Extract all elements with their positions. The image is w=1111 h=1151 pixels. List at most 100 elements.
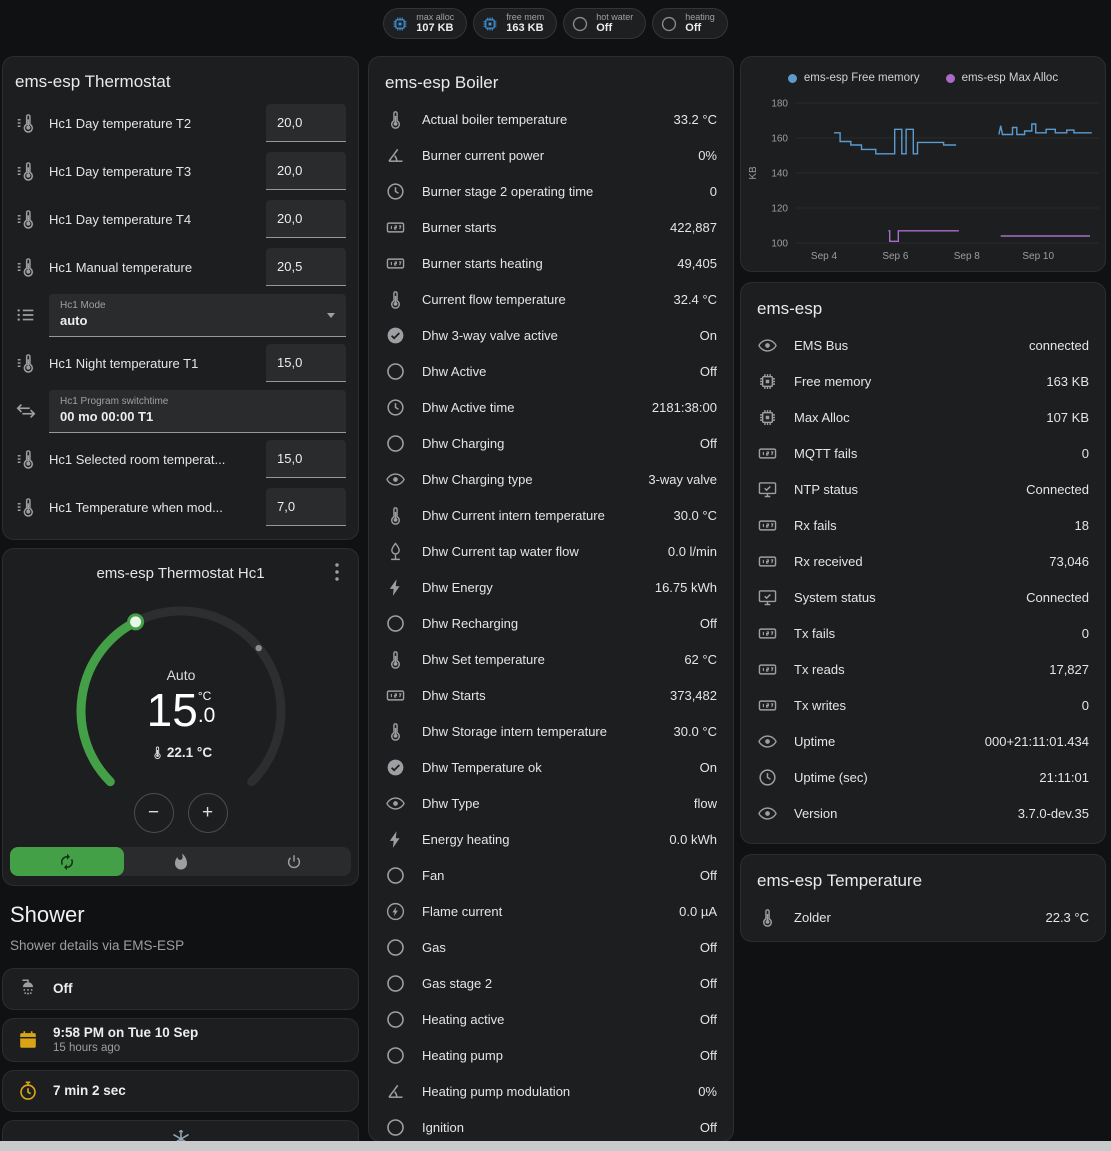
entity-row[interactable]: Dhw Current intern temperature30.0 °C	[369, 497, 733, 533]
badge-free-mem[interactable]: free mem163 KB	[473, 8, 557, 39]
entity-row[interactable]: Version3.7.0-dev.35	[741, 795, 1105, 831]
entity-row[interactable]: Rx received73,046	[741, 543, 1105, 579]
entity-row[interactable]: Flame current 0.0 µA	[369, 893, 733, 929]
entity-row[interactable]: Uptime000+21:11:01.434	[741, 723, 1105, 759]
entity-label: Burner starts heating	[422, 256, 661, 271]
entity-row[interactable]: Dhw Starts373,482	[369, 677, 733, 713]
entity-value: 33.2 °C	[673, 112, 717, 127]
badge-heating[interactable]: heatingOff	[652, 8, 728, 39]
power-icon	[285, 853, 303, 871]
entity-label: Tx writes	[794, 698, 1066, 713]
entity-row[interactable]: Gas stage 2Off	[369, 965, 733, 1001]
text-input[interactable]: Hc1 Program switchtime00 mo 00:00 T1	[49, 390, 346, 433]
shower-card-3[interactable]: 7 min 2 sec	[2, 1070, 359, 1112]
shower-section-title: Shower	[10, 902, 85, 928]
dial-handle[interactable]	[129, 615, 143, 629]
entity-row[interactable]: Dhw Set temperature62 °C	[369, 641, 733, 677]
legend-item[interactable]: ems-esp Free memory	[788, 72, 920, 84]
number-input[interactable]: 7,0	[266, 488, 346, 526]
header-badges: max alloc107 KBfree mem163 KBhot waterOf…	[0, 8, 1111, 39]
number-input[interactable]: 20,0	[266, 200, 346, 238]
badge-max-alloc[interactable]: max alloc107 KB	[383, 8, 467, 39]
entity-row[interactable]: Tx fails0	[741, 615, 1105, 651]
entity-row[interactable]: Burner starts422,887	[369, 209, 733, 245]
entity-row[interactable]: Current flow temperature32.4 °C	[369, 281, 733, 317]
entity-row[interactable]: Dhw ChargingOff	[369, 425, 733, 461]
increase-temp-button[interactable]: +	[188, 793, 228, 833]
entity-label: Gas	[422, 940, 684, 955]
swap-horizontal-icon	[15, 400, 37, 422]
entity-value: 49,405	[677, 256, 717, 271]
entity-label: Heating pump	[422, 1048, 684, 1063]
entity-row[interactable]: Heating activeOff	[369, 1001, 733, 1037]
entity-row[interactable]: GasOff	[369, 929, 733, 965]
entity-row[interactable]: FanOff	[369, 857, 733, 893]
history-chart[interactable]: 100120140160180Sep 4Sep 6Sep 8Sep 10KB	[741, 91, 1106, 269]
shower-card-1[interactable]: Off	[2, 968, 359, 1010]
decrease-temp-button[interactable]: −	[134, 793, 174, 833]
entity-row[interactable]: Actual boiler temperature33.2 °C	[369, 101, 733, 137]
entity-row[interactable]: Dhw Storage intern temperature30.0 °C	[369, 713, 733, 749]
check-circle-icon	[385, 325, 406, 346]
entity-row[interactable]: Dhw ActiveOff	[369, 353, 733, 389]
entity-row[interactable]: Burner stage 2 operating time0	[369, 173, 733, 209]
flash-icon	[385, 829, 406, 850]
entity-row[interactable]: Tx writes0	[741, 687, 1105, 723]
entity-row[interactable]: Heating pump modulation0%	[369, 1073, 733, 1109]
shower-card-primary: 7 min 2 sec	[53, 1082, 126, 1100]
hvac-mode-auto-button[interactable]	[10, 847, 124, 876]
hvac-mode-heat-button[interactable]	[124, 847, 238, 876]
entity-row[interactable]: EMS Busconnected	[741, 327, 1105, 363]
entity-label: Flame current	[422, 904, 663, 919]
number-input[interactable]: 15,0	[266, 440, 346, 478]
entity-row[interactable]: System statusConnected	[741, 579, 1105, 615]
entity-row[interactable]: NTP statusConnected	[741, 471, 1105, 507]
entity-row[interactable]: Dhw Energy16.75 kWh	[369, 569, 733, 605]
eye-icon	[757, 335, 778, 356]
badge-hot-water[interactable]: hot waterOff	[563, 8, 646, 39]
entity-row[interactable]: Uptime (sec)21:11:01	[741, 759, 1105, 795]
entity-row[interactable]: Tx reads17,827	[741, 651, 1105, 687]
entity-value: 0.0 µA	[679, 904, 717, 919]
number-input[interactable]: 20,0	[266, 152, 346, 190]
number-input[interactable]: 20,0	[266, 104, 346, 142]
entity-row[interactable]: Max Alloc107 KB	[741, 399, 1105, 435]
memory-icon	[757, 371, 778, 392]
mode-select[interactable]: Hc1 Modeauto	[49, 294, 346, 337]
entity-row[interactable]: Dhw Current tap water flow0.0 l/min	[369, 533, 733, 569]
entity-row[interactable]: Energy heating0.0 kWh	[369, 821, 733, 857]
entity-row[interactable]: IgnitionOff	[369, 1109, 733, 1142]
entity-row[interactable]: Dhw RechargingOff	[369, 605, 733, 641]
entity-value: On	[700, 328, 717, 343]
entity-row[interactable]: Dhw Charging type3-way valve	[369, 461, 733, 497]
hvac-mode-off-button[interactable]	[237, 847, 351, 876]
horizontal-scrollbar[interactable]	[0, 1141, 1111, 1151]
entity-row[interactable]: Dhw 3-way valve activeOn	[369, 317, 733, 353]
more-menu-icon[interactable]	[324, 559, 350, 585]
entity-row[interactable]: Free memory163 KB	[741, 363, 1105, 399]
number-input[interactable]: 15,0	[266, 344, 346, 382]
entity-value: 30.0 °C	[673, 508, 717, 523]
entity-row[interactable]: Dhw Active time2181:38:00	[369, 389, 733, 425]
entity-row[interactable]: Burner starts heating 49,405	[369, 245, 733, 281]
entity-row[interactable]: Heating pumpOff	[369, 1037, 733, 1073]
number-input[interactable]: 20,5	[266, 248, 346, 286]
entity-row[interactable]: Burner current power0%	[369, 137, 733, 173]
thermostat-rows: Hc1 Day temperature T220,0Hc1 Day temper…	[3, 99, 358, 531]
entity-label: Gas stage 2	[422, 976, 684, 991]
shower-card-2[interactable]: 9:58 PM on Tue 10 Sep15 hours ago	[2, 1018, 359, 1062]
counter-icon	[757, 551, 778, 572]
chart-legend: ems-esp Free memory ems-esp Max Alloc	[741, 57, 1105, 91]
entity-row[interactable]: Dhw Temperature okOn	[369, 749, 733, 785]
legend-item[interactable]: ems-esp Max Alloc	[946, 72, 1059, 84]
entity-row[interactable]: Zolder22.3 °C	[741, 899, 1105, 935]
entity-row[interactable]: Dhw Typeflow	[369, 785, 733, 821]
counter-icon	[757, 443, 778, 464]
counter-icon	[757, 623, 778, 644]
entity-row[interactable]: Rx fails18	[741, 507, 1105, 543]
entity-value: Off	[700, 364, 717, 379]
entity-value: Off	[700, 436, 717, 451]
entity-label: System status	[794, 590, 1010, 605]
entity-row[interactable]: MQTT fails0	[741, 435, 1105, 471]
entity-value: 0	[1082, 446, 1089, 461]
